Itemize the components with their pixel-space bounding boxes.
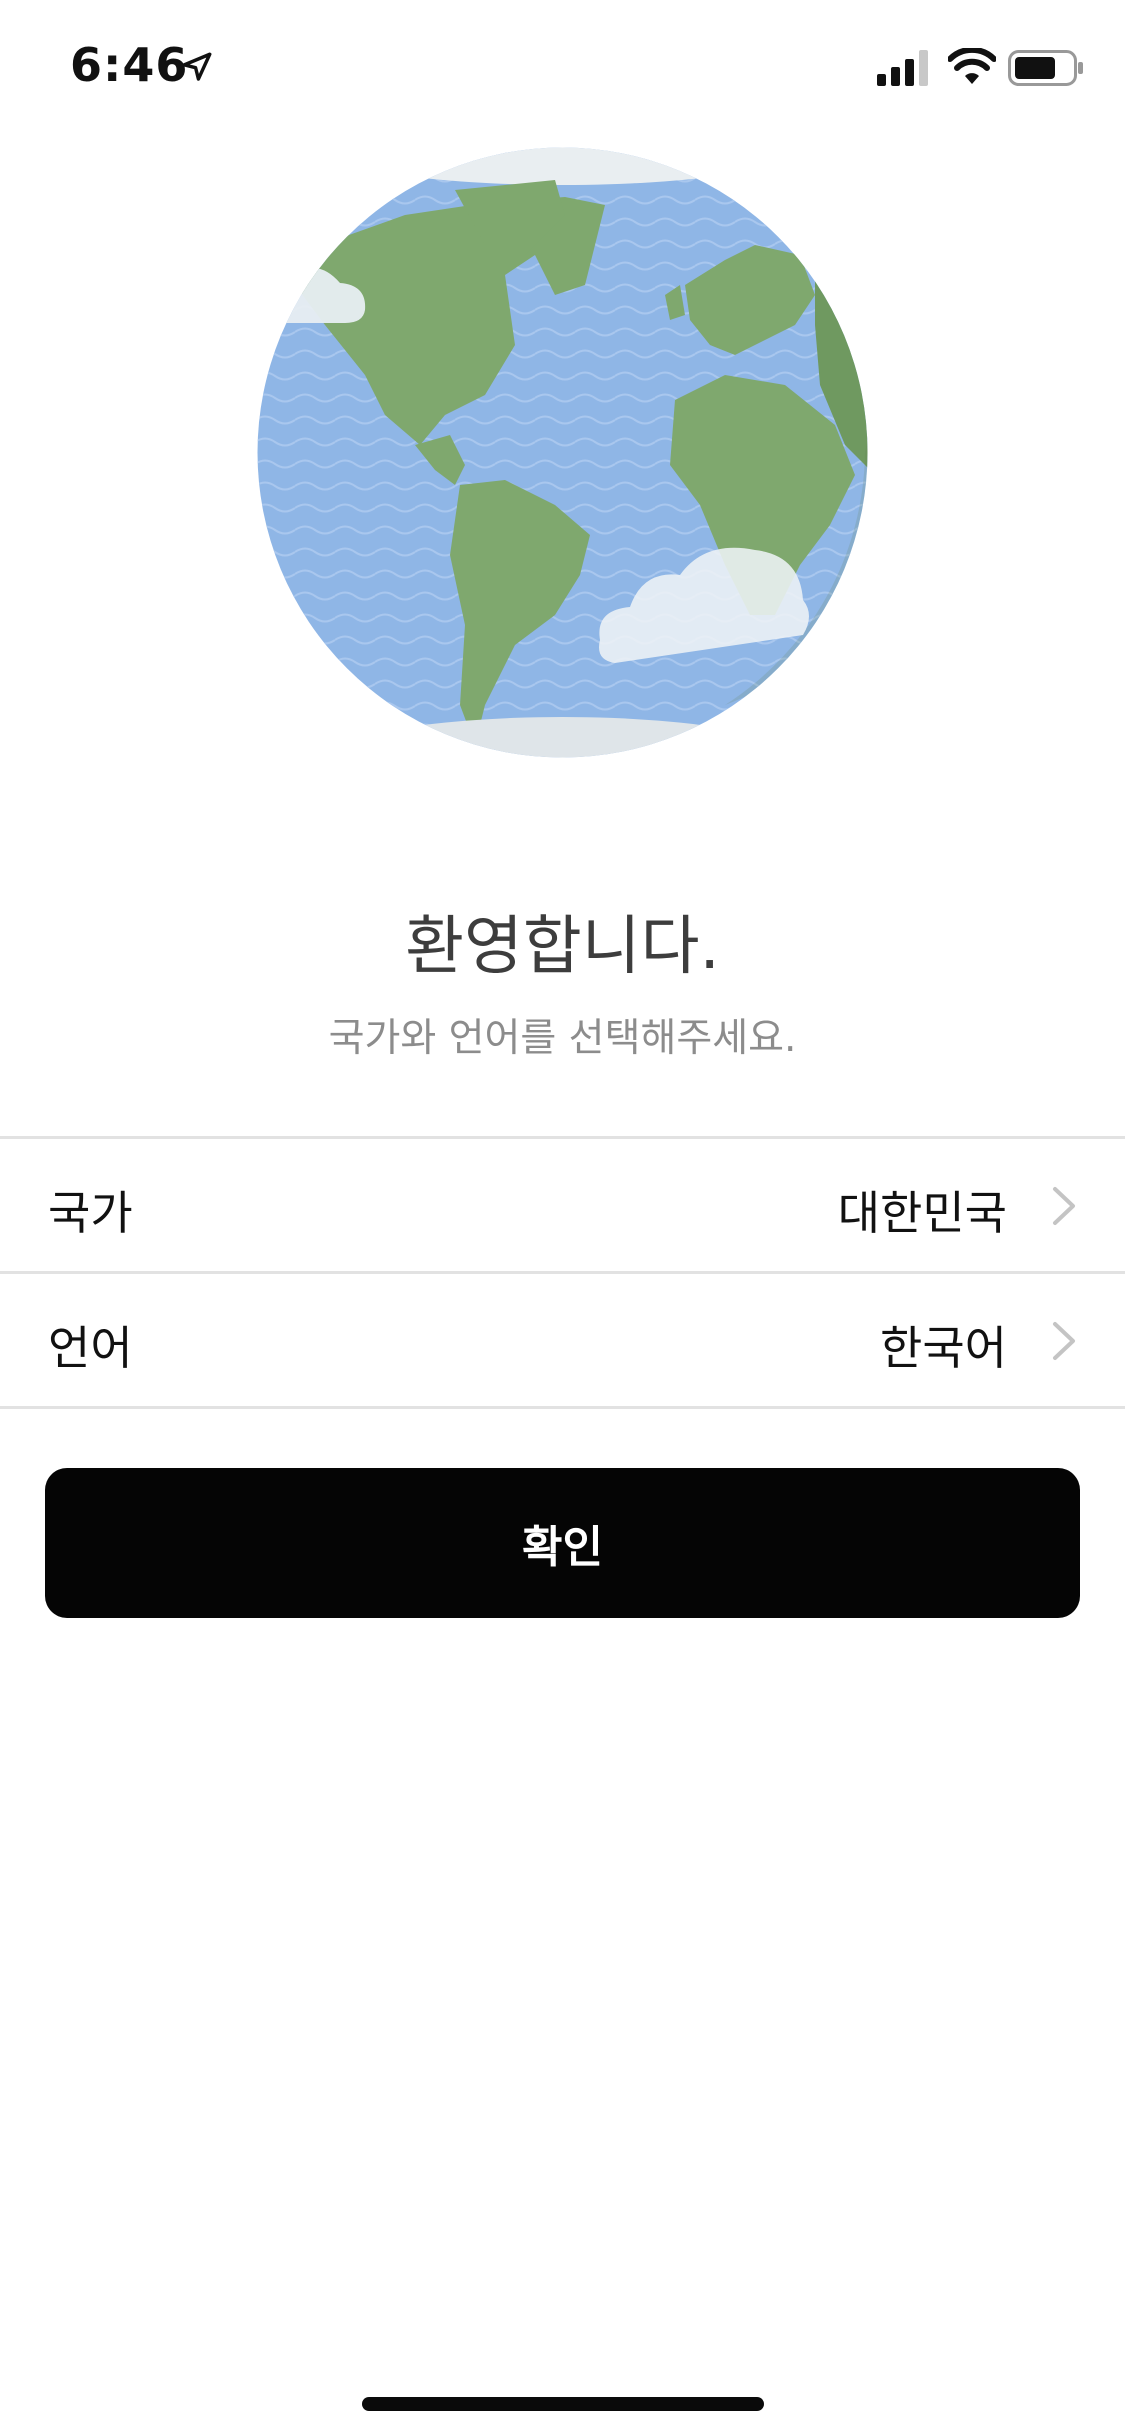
- chevron-right-icon: [1053, 1322, 1075, 1360]
- wifi-icon: [948, 48, 996, 84]
- location-arrow-icon: [182, 52, 212, 81]
- status-bar: 6:46: [0, 0, 1125, 132]
- globe-illustration: [257, 147, 868, 758]
- language-value: 한국어: [880, 1321, 1007, 1375]
- battery-icon: [1008, 50, 1083, 86]
- language-row[interactable]: 언어 한국어: [0, 1274, 1125, 1406]
- country-value: 대한민국: [837, 1186, 1007, 1240]
- welcome-title: 환영합니다.: [405, 910, 720, 984]
- welcome-subtitle: 국가와 언어를 선택해주세요.: [328, 1016, 797, 1061]
- country-label: 국가: [48, 1186, 133, 1240]
- status-time: 6:46: [70, 38, 189, 92]
- home-indicator[interactable]: [362, 2397, 764, 2411]
- chevron-right-icon: [1053, 1187, 1075, 1225]
- language-label: 언어: [48, 1321, 133, 1375]
- confirm-button[interactable]: 확인: [45, 1468, 1080, 1618]
- cellular-signal-icon: [877, 50, 928, 86]
- list-divider-bottom: [0, 1406, 1125, 1409]
- country-row[interactable]: 국가 대한민국: [0, 1139, 1125, 1271]
